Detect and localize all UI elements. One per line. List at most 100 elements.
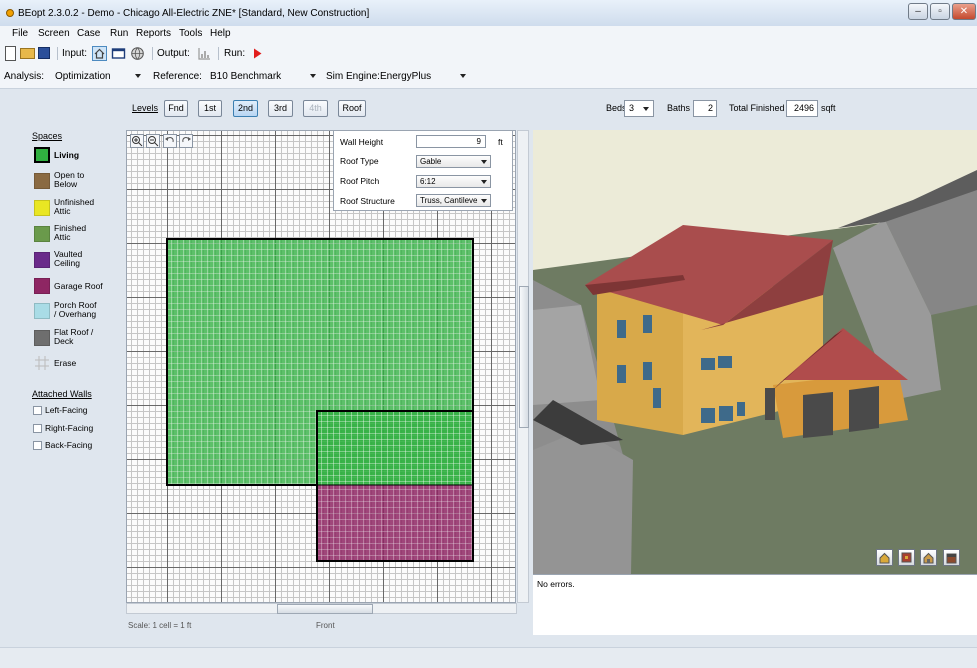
left-facing-label: Left-Facing: [45, 405, 88, 415]
plan-vertical-scrollbar[interactable]: [517, 130, 529, 603]
input-label: Input:: [62, 48, 88, 59]
level-1st-button[interactable]: 1st: [198, 100, 222, 117]
status-bar: [0, 647, 977, 668]
engine-label: Sim Engine:: [326, 71, 380, 82]
zoom-out-icon[interactable]: [146, 134, 160, 148]
minimize-button[interactable]: –: [908, 3, 928, 20]
right-facing-label: Right-Facing: [45, 423, 94, 433]
analysis-bar: Analysis: Optimization Reference: B10 Be…: [0, 65, 977, 89]
run-play-icon[interactable]: [250, 46, 265, 61]
view-back-icon[interactable]: [943, 549, 960, 566]
view-side-icon[interactable]: [920, 549, 937, 566]
plan-horizontal-scrollbar[interactable]: [126, 603, 517, 614]
level-3rd-button[interactable]: 3rd: [268, 100, 293, 117]
engine-dropdown-icon[interactable]: [460, 74, 466, 78]
roof-type-value: Gable: [420, 157, 442, 166]
space-open-to-below-label: Open to Below: [54, 170, 85, 189]
space-vaulted-ceiling-label: Vaulted Ceiling: [54, 249, 83, 268]
right-facing-checkbox[interactable]: [33, 424, 42, 433]
roof-structure-label: Roof Structure: [340, 196, 395, 206]
view-front-icon[interactable]: [876, 549, 893, 566]
run-label: Run:: [224, 48, 246, 59]
spaces-header: Spaces: [32, 131, 63, 141]
back-facing-label: Back-Facing: [45, 440, 93, 450]
house-input-icon[interactable]: [92, 46, 107, 61]
zoom-in-icon[interactable]: [130, 134, 144, 148]
garage-roof-swatch: [34, 278, 50, 294]
close-button[interactable]: ✕: [952, 3, 976, 20]
sqft-label: sqft: [821, 103, 836, 113]
space-erase-label: Erase: [54, 358, 77, 368]
wall-height-label: Wall Height: [340, 137, 384, 147]
beds-select[interactable]: 3: [624, 100, 654, 117]
space-garage-roof-label: Garage Roof: [54, 281, 103, 291]
analysis-select[interactable]: Optimization: [55, 71, 111, 82]
menu-screen[interactable]: Screen: [38, 28, 70, 39]
roof-pitch-dropdown-icon[interactable]: [481, 180, 487, 184]
scale-label: Scale: 1 cell = 1 ft: [128, 621, 192, 630]
baths-field[interactable]: 2: [693, 100, 717, 117]
output-label: Output:: [157, 48, 190, 59]
unfinished-attic-swatch: [34, 200, 50, 216]
space-finished-attic-label: Finished Attic: [54, 223, 87, 242]
roof-pitch-label: Roof Pitch: [340, 176, 380, 186]
globe-icon[interactable]: [130, 46, 145, 61]
open-to-below-swatch: [34, 173, 50, 189]
beds-dropdown-icon[interactable]: [643, 107, 649, 111]
redo-icon[interactable]: [179, 134, 193, 148]
menu-help[interactable]: Help: [210, 28, 231, 39]
3d-house-view[interactable]: [533, 130, 977, 574]
level-fnd-button[interactable]: Fnd: [164, 100, 188, 117]
plan-horizontal-scroll-thumb[interactable]: [277, 604, 373, 614]
roof-pitch-select[interactable]: 6:12: [416, 175, 491, 188]
roof-type-dropdown-icon[interactable]: [481, 160, 487, 164]
view-top-icon[interactable]: [898, 549, 915, 566]
window-title: BEopt 2.3.0.2 - Demo - Chicago All-Elect…: [18, 8, 370, 19]
levels-label: Levels: [132, 103, 159, 113]
reference-dropdown-icon[interactable]: [310, 74, 316, 78]
total-finished-field: 2496: [786, 100, 818, 117]
left-facing-checkbox[interactable]: [33, 406, 42, 415]
new-file-icon[interactable]: [5, 46, 16, 61]
menu-case[interactable]: Case: [77, 28, 100, 39]
baths-label: Baths: [667, 103, 691, 113]
beds-value: 3: [629, 103, 635, 113]
space-living-label: Living: [54, 150, 80, 160]
screen-input-icon[interactable]: [111, 46, 126, 61]
messages-panel: No errors.: [533, 574, 977, 635]
save-icon[interactable]: [38, 47, 50, 59]
level-2nd-button[interactable]: 2nd: [233, 100, 258, 117]
space-unfinished-attic-label: Unfinished Attic: [54, 197, 95, 216]
wall-height-field[interactable]: 9: [416, 135, 486, 148]
porch-roof-swatch: [34, 303, 50, 319]
maximize-button[interactable]: ▫: [930, 3, 950, 20]
reference-label: Reference:: [153, 71, 202, 82]
erase-grid-icon: [35, 356, 49, 370]
menu-bar: File Screen Case Run Reports Tools Help: [0, 26, 977, 42]
front-label: Front: [316, 621, 335, 630]
plan-vertical-scroll-thumb[interactable]: [519, 286, 529, 428]
undo-icon[interactable]: [163, 134, 177, 148]
finished-attic-swatch: [34, 226, 50, 242]
back-facing-checkbox[interactable]: [33, 441, 42, 450]
app-icon: [6, 9, 14, 17]
level-4th-button[interactable]: 4th: [303, 100, 328, 117]
menu-file[interactable]: File: [12, 28, 28, 39]
roof-structure-value: Truss, Cantileve: [420, 196, 478, 205]
roof-type-select[interactable]: Gable: [416, 155, 491, 168]
roof-properties-panel: Wall Height 9 ft Roof Type Gable Roof Pi…: [333, 130, 513, 211]
roof-structure-dropdown-icon[interactable]: [481, 199, 487, 203]
vaulted-ceiling-swatch: [34, 252, 50, 268]
reference-select[interactable]: B10 Benchmark: [210, 71, 281, 82]
open-folder-icon[interactable]: [20, 48, 35, 59]
menu-reports[interactable]: Reports: [136, 28, 171, 39]
analysis-dropdown-icon[interactable]: [135, 74, 141, 78]
engine-select[interactable]: EnergyPlus: [380, 71, 431, 82]
menu-run[interactable]: Run: [110, 28, 128, 39]
roof-structure-select[interactable]: Truss, Cantileve: [416, 194, 491, 207]
menu-tools[interactable]: Tools: [179, 28, 202, 39]
messages-text: No errors.: [537, 579, 575, 589]
living-swatch: [34, 147, 50, 163]
chart-output-icon[interactable]: [197, 46, 212, 61]
level-roof-button[interactable]: Roof: [338, 100, 366, 117]
